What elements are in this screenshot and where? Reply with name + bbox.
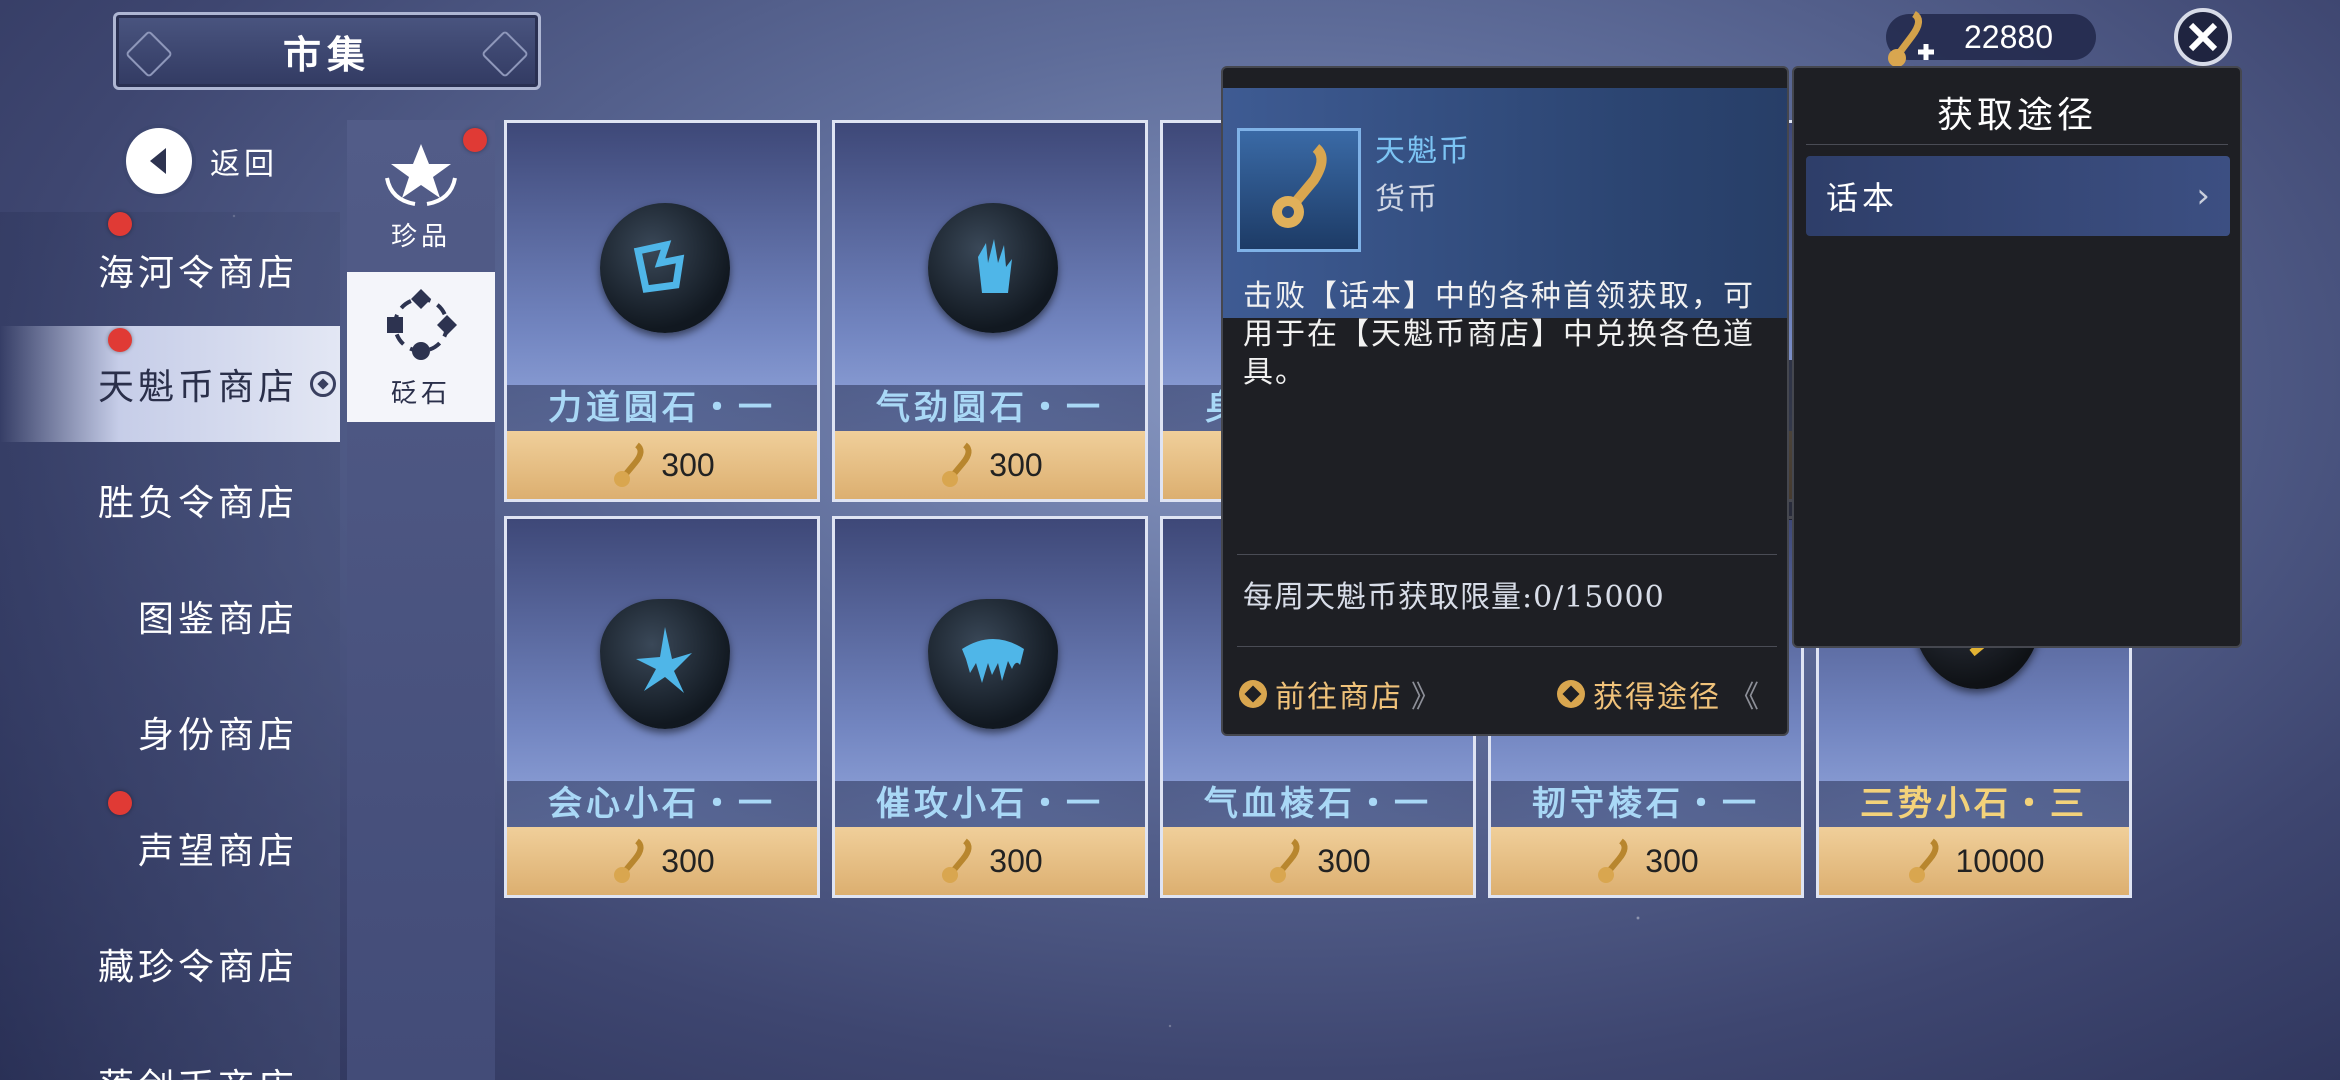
item-name: 力道圆石・一 [507, 385, 817, 431]
category-label: 砭石 [390, 378, 451, 409]
sidebar-item-shenfen-shop[interactable]: 身份商店 [0, 674, 340, 790]
back-arrow-icon [126, 128, 192, 194]
source-row-huaben[interactable]: 话本 › [1806, 156, 2230, 236]
strength-stone-icon [600, 203, 730, 333]
shop-item-strength-stone[interactable]: 力道圆石・一 300 [504, 120, 820, 502]
detail-type: 货币 [1375, 182, 1439, 217]
notification-dot [108, 791, 132, 815]
item-price: 300 [1491, 827, 1801, 895]
sidebar-item-label: 声望商店 [138, 831, 299, 872]
key-coin-icon [942, 442, 972, 487]
sidebar-item-label: 胜负令商店 [98, 483, 299, 524]
sidebar-item-label: 天魁币商店 [98, 367, 299, 408]
shop-item-crit-stone[interactable]: 会心小石・一 300 [504, 516, 820, 898]
stones-icon [387, 288, 457, 360]
key-coin-icon [1598, 838, 1628, 883]
sidebar-item-label: 身份商店 [138, 715, 299, 756]
key-coin-icon [614, 838, 644, 883]
divider [1237, 554, 1777, 555]
item-name: 气劲圆石・一 [835, 385, 1145, 431]
qi-stone-icon [928, 203, 1058, 333]
sidebar-item-shengwang-shop[interactable]: 声望商店 [0, 790, 340, 906]
notification-dot [108, 328, 132, 352]
key-coin-icon [1908, 838, 1938, 883]
item-price: 300 [507, 431, 817, 499]
item-price: 300 [835, 431, 1145, 499]
item-name: 催攻小石・一 [835, 781, 1145, 827]
currency-amount: 22880 [1964, 18, 2053, 55]
page-title: 市集 [282, 31, 371, 77]
item-name: 会心小石・一 [507, 781, 817, 827]
back-label: 返回 [210, 147, 278, 182]
sidebar-item-label: 海河令商店 [98, 253, 299, 294]
currency-display[interactable]: 22880 [1886, 11, 2096, 67]
get-source-button[interactable]: 获得途径 《 [1557, 672, 1761, 716]
shop-item-attack-stone[interactable]: 催攻小石・一 300 [832, 516, 1148, 898]
item-name: 三势小石・三 [1819, 781, 2129, 827]
close-icon [2188, 22, 2218, 52]
source-label: 话本 [1826, 179, 1899, 217]
page-title-banner: 市集 [113, 12, 541, 90]
notification-dot [108, 212, 132, 236]
acquire-source-panel: 获取途径 话本 › [1792, 66, 2242, 648]
currency-detail-popup: 天魁币 货币 击败【话本】中的各种首领获取，可用于在【天魁币商店】中兑换各色道具… [1221, 66, 1789, 736]
sidebar-item-haihe-shop[interactable]: 海河令商店 [0, 212, 340, 328]
selected-gem-icon [310, 371, 337, 397]
notification-dot [463, 128, 487, 152]
tiankui-coin-icon [1237, 128, 1361, 252]
attack-stone-icon [928, 599, 1058, 729]
key-coin-icon [614, 442, 644, 487]
key-coin-icon [1270, 838, 1300, 883]
divider [1237, 646, 1777, 647]
item-price: 300 [835, 827, 1145, 895]
ornament-icon [124, 29, 174, 79]
item-price: 300 [1163, 827, 1473, 895]
sidebar-item-label: 图鉴商店 [138, 599, 299, 640]
source-title: 获取途径 [1936, 95, 2097, 136]
coin-icon [1557, 680, 1585, 708]
back-button[interactable]: 返回 [126, 128, 278, 194]
go-shop-button[interactable]: 前往商店 》 [1239, 672, 1443, 716]
close-button[interactable] [2174, 8, 2232, 66]
tab-stones[interactable]: 砭石 [347, 272, 495, 422]
ornament-icon [480, 29, 530, 79]
detail-description: 击败【话本】中的各种首领获取，可用于在【天魁币商店】中兑换各色道具。 [1243, 279, 1755, 390]
sidebar-item-luojian-shop[interactable]: 落剑币商店 [0, 1022, 340, 1080]
sidebar-item-tiankui-shop[interactable]: 天魁币商店 [0, 326, 340, 442]
detail-name: 天魁币 [1375, 134, 1471, 169]
star-laurel-icon [385, 143, 457, 206]
weekly-limit: 每周天魁币获取限量:0/15000 [1243, 580, 1665, 615]
key-coin-icon [942, 838, 972, 883]
category-label: 珍品 [390, 221, 451, 252]
crit-stone-icon [600, 599, 730, 729]
sidebar-item-shengfu-shop[interactable]: 胜负令商店 [0, 442, 340, 558]
sidebar-item-label: 落剑币商店 [98, 1058, 298, 1080]
sidebar-item-tujian-shop[interactable]: 图鉴商店 [0, 558, 340, 674]
chevron-right-icon: › [2196, 176, 2210, 216]
item-name: 气血棱石・一 [1163, 781, 1473, 827]
sidebar-item-cangzhen-shop[interactable]: 藏珍令商店 [0, 906, 340, 1022]
sidebar-item-label: 藏珍令商店 [98, 947, 299, 988]
item-name: 韧守棱石・一 [1491, 781, 1801, 827]
item-price: 300 [507, 827, 817, 895]
key-coin-plus-icon [1888, 11, 1934, 67]
shop-item-qi-stone[interactable]: 气劲圆石・一 300 [832, 120, 1148, 502]
coin-icon [1239, 680, 1267, 708]
item-price: 10000 [1819, 827, 2129, 895]
divider [1806, 144, 2228, 145]
